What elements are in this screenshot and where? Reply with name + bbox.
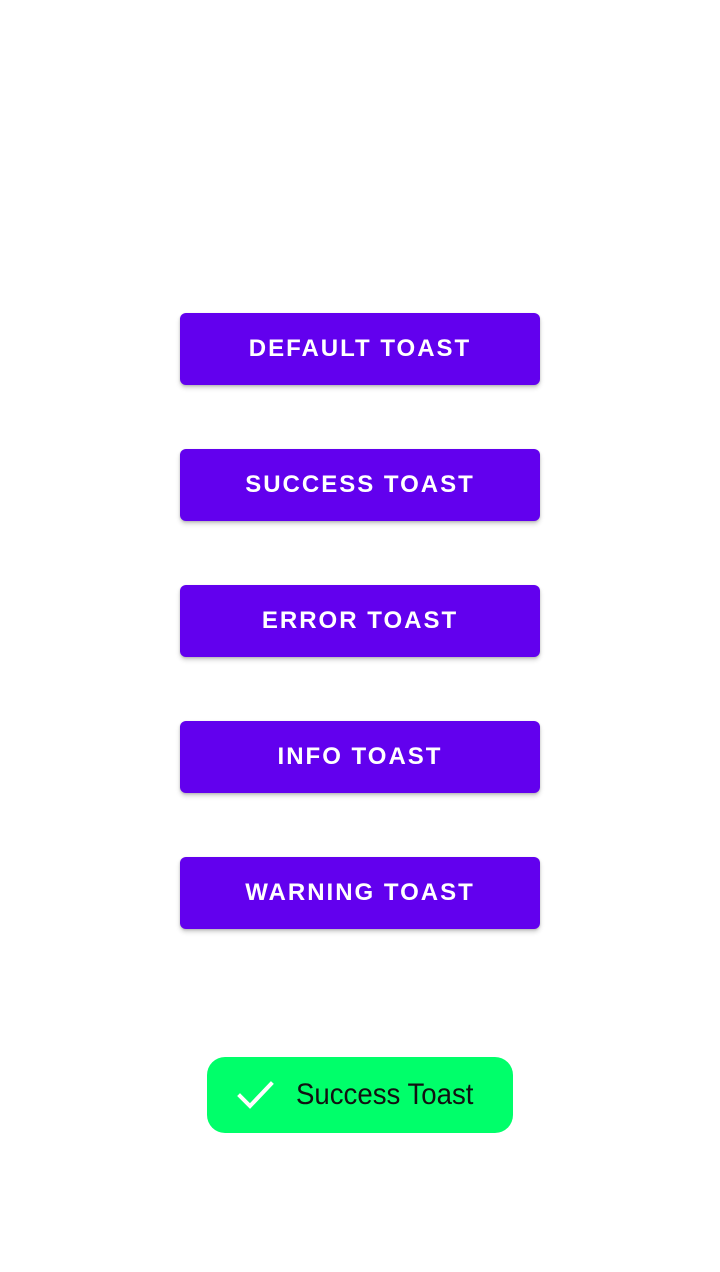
error-toast-button[interactable]: ERROR TOAST (180, 585, 540, 657)
success-toast: Success Toast (207, 1057, 513, 1133)
default-toast-button[interactable]: DEFAULT TOAST (180, 313, 540, 385)
success-toast-button[interactable]: SUCCESS TOAST (180, 449, 540, 521)
info-toast-button[interactable]: INFO TOAST (180, 721, 540, 793)
warning-toast-button[interactable]: WARNING TOAST (180, 857, 540, 929)
app-screen: DEFAULT TOAST SUCCESS TOAST ERROR TOAST … (0, 0, 720, 1272)
toast-message: Success Toast (296, 1078, 474, 1111)
checkmark-icon (236, 1076, 274, 1114)
